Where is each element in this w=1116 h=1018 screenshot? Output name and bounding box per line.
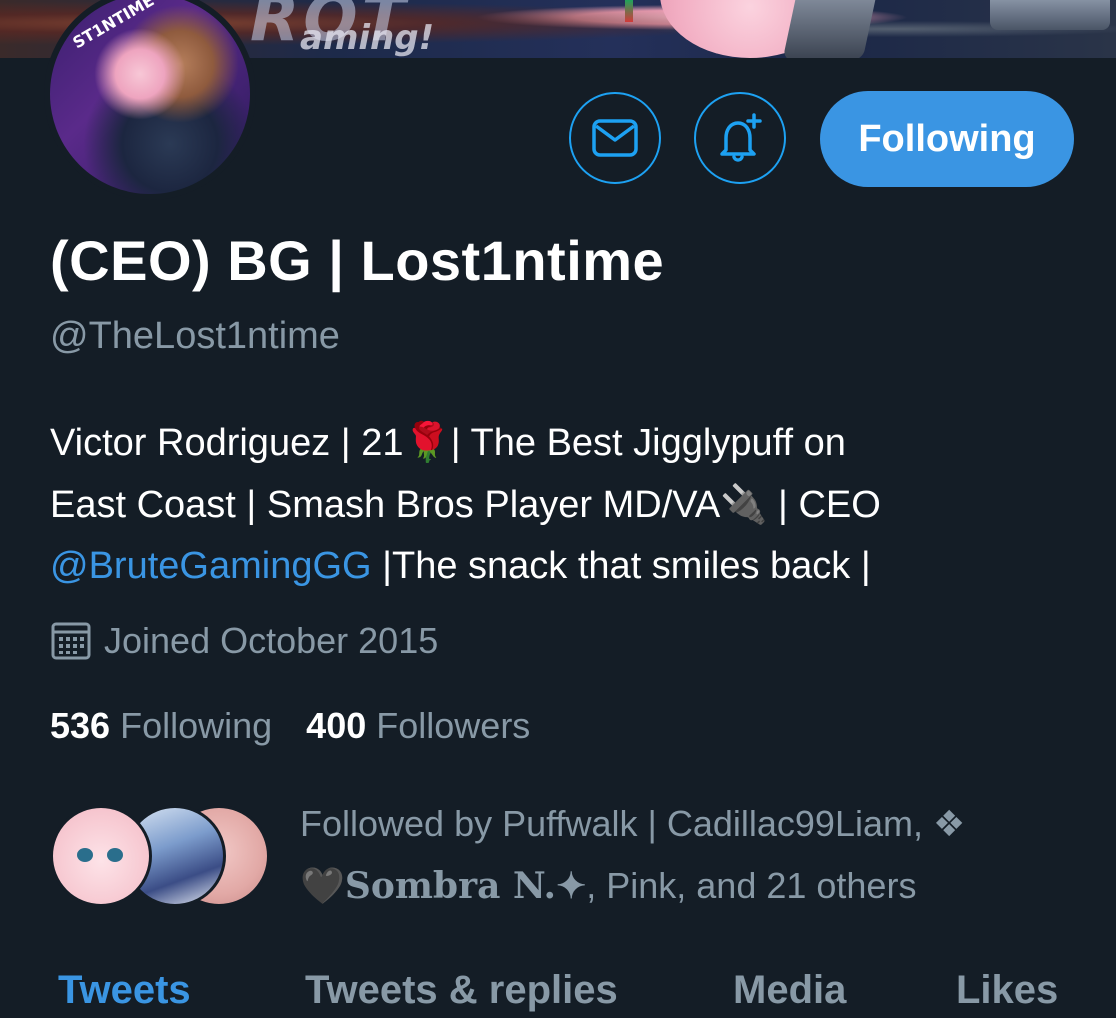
profile-avatar[interactable]: ST1NTIME [44,0,256,200]
followers-count: 400 [306,705,367,746]
banner-robot-art [782,0,878,58]
follower-avatar-1[interactable] [50,805,152,907]
followed-by-line-2: 🖤Sombra N.✦, Pink, and 21 others [300,855,1090,918]
followed-by-text[interactable]: Followed by Puffwalk | Cadillac99Liam, ❖… [300,793,1090,918]
profile-tabs: Tweets Tweets & replies Media Likes [0,968,1116,1018]
profile-page: ROT aming! ST1NTIME Following (CEO) BG |… [0,0,1116,1018]
bio-line-1: Victor Rodriguez | 21🌹| The Best Jigglyp… [50,412,1080,474]
bio-text: | The Best Jigglypuff on [450,422,846,464]
follower-name-sombra: Sombra N.✦ [344,865,587,907]
bio-line-3: @BruteGamingGG |The snack that smiles ba… [50,536,1080,597]
rose-icon: 🌹 [403,420,451,464]
banner-decoration [625,0,633,22]
tab-media[interactable]: Media [733,968,846,1013]
followers-label: Followers [376,705,531,746]
bio-text: East Coast | Smash Bros Player MD/VA [50,484,721,526]
avatar-image: ST1NTIME [50,0,250,194]
mention-link[interactable]: @BruteGamingGG [50,545,372,587]
tab-tweets-replies[interactable]: Tweets & replies [305,968,618,1013]
followers-count-link[interactable]: 400 Followers [306,705,530,747]
banner-subtitle: aming! [300,18,435,58]
notifications-button[interactable] [694,92,786,184]
avatar-eye [77,848,93,862]
following-button[interactable]: Following [820,91,1074,187]
followed-by-line-1: Followed by Puffwalk | Cadillac99Liam, ❖ [300,803,966,844]
following-count: 536 [50,705,111,746]
banner-robot-art-right [990,0,1110,30]
profile-bio: Victor Rodriguez | 21🌹| The Best Jigglyp… [50,412,1080,597]
avatar-eye [107,848,123,862]
following-count-link[interactable]: 536 Following [50,705,272,747]
follow-stats: 536 Following 400 Followers [50,705,564,747]
user-handle: @TheLost1ntime [50,315,340,357]
bio-text: Victor Rodriguez | 21 [50,422,404,464]
calendar-icon [51,622,91,660]
followed-by-rest: , Pink, and 21 others [586,865,917,906]
bell-plus-icon [720,113,762,162]
bio-text: |The snack that smiles back | [371,545,871,587]
plug-icon: 🔌 [720,482,768,526]
message-button[interactable] [569,92,661,184]
following-label: Following [120,705,273,746]
tab-likes[interactable]: Likes [956,968,1058,1013]
joined-text: Joined October 2015 [104,620,439,661]
envelope-icon [592,119,638,157]
joined-date: Joined October 2015 [50,620,438,662]
bio-line-2: East Coast | Smash Bros Player MD/VA🔌 | … [50,474,1080,536]
tab-tweets[interactable]: Tweets [58,968,191,1013]
black-heart-icon: 🖤 [300,866,345,907]
bio-text: | CEO [767,484,881,526]
display-name: (CEO) BG | Lost1ntime [50,229,665,292]
